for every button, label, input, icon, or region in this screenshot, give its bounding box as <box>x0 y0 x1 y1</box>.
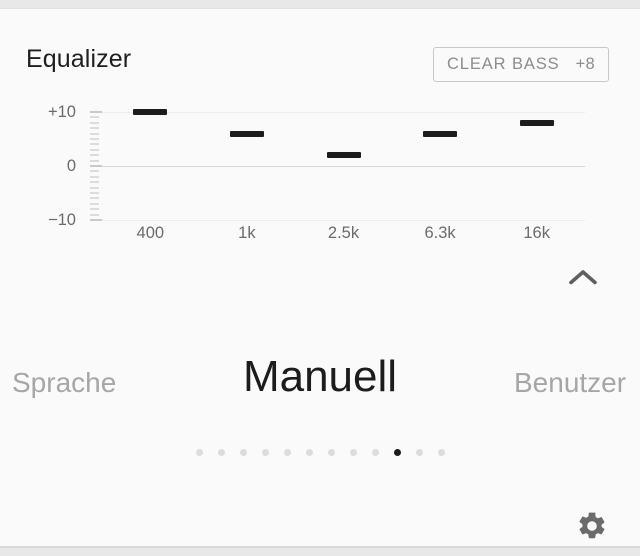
settings-button[interactable] <box>570 504 614 546</box>
equalizer-header: Equalizer CLEAR BASS +8 <box>0 9 640 91</box>
y-axis-tick-label: +10 <box>48 103 76 121</box>
equalizer-plot[interactable] <box>102 91 585 231</box>
x-axis-tick-label: 400 <box>136 224 165 242</box>
ruler-tick <box>90 181 99 184</box>
ruler-tick <box>90 138 99 140</box>
x-axis-tick-label: 2.5k <box>327 224 360 242</box>
page-title: Equalizer <box>26 45 132 73</box>
ruler-tick <box>90 159 99 162</box>
gridline <box>102 220 585 221</box>
gain-ruler <box>90 105 102 221</box>
x-axis-tick-label: 16k <box>523 224 550 242</box>
y-axis-tick-label: 0 <box>66 157 76 175</box>
collapse-button[interactable] <box>562 261 604 293</box>
equalizer-screen: Equalizer CLEAR BASS +8 +10 0 −10 400 1k 2.5… <box>0 0 640 556</box>
x-axis-tick-label: 6.3k <box>424 224 456 242</box>
pager-dot[interactable] <box>195 448 203 456</box>
gridline <box>102 112 585 113</box>
chevron-up-icon <box>568 268 598 286</box>
y-axis: +10 0 −10 <box>18 91 76 231</box>
pager-dot[interactable] <box>371 448 379 456</box>
ruler-tick <box>90 121 99 124</box>
ruler-tick <box>90 143 99 146</box>
ruler-tick <box>90 154 99 157</box>
x-axis: 400 1k 2.5k 6.3k 16k <box>102 225 585 255</box>
gridline <box>102 166 585 167</box>
ruler-tick <box>90 192 99 194</box>
equalizer-band-slider[interactable] <box>519 119 554 126</box>
gear-icon <box>576 510 608 542</box>
preset-next[interactable]: Benutzer <box>514 365 640 401</box>
preset-carousel[interactable]: Sprache Manuell Benutzer <box>0 351 640 421</box>
pager-dot[interactable] <box>415 448 423 456</box>
equalizer-chart: +10 0 −10 400 1k 2.5k 6.3k 16k <box>0 91 640 256</box>
ruler-tick <box>90 219 102 221</box>
ruler-tick <box>90 208 99 211</box>
x-axis-tick-label: 1k <box>238 224 256 242</box>
equalizer-band-slider[interactable] <box>326 152 361 159</box>
clear-bass-label: CLEAR BASS <box>446 55 560 74</box>
ruler-tick <box>90 116 99 119</box>
ruler-tick <box>90 132 99 135</box>
ruler-tick <box>90 186 99 189</box>
ruler-tick <box>90 175 99 178</box>
pager-dot[interactable] <box>327 448 335 456</box>
pager-dot[interactable] <box>261 448 269 456</box>
ruler-tick <box>90 202 99 205</box>
equalizer-band-slider[interactable] <box>229 130 264 137</box>
pager-dot[interactable] <box>305 448 313 456</box>
clear-bass-value: +8 <box>575 55 595 74</box>
pager-dot[interactable] <box>239 448 247 456</box>
preset-pager[interactable] <box>0 443 640 461</box>
equalizer-band-slider[interactable] <box>133 109 168 115</box>
ruler-tick <box>90 170 99 173</box>
pager-dot[interactable] <box>217 448 225 456</box>
ruler-tick <box>90 127 99 130</box>
equalizer-band-slider[interactable] <box>423 130 458 137</box>
pager-dot[interactable] <box>349 448 357 456</box>
ruler-tick <box>90 148 99 151</box>
ruler-tick <box>90 111 102 113</box>
pager-dot[interactable] <box>437 448 445 456</box>
ruler-tick <box>90 197 99 200</box>
ruler-tick <box>90 213 99 216</box>
pager-dot[interactable] <box>393 448 401 456</box>
y-axis-tick-label: −10 <box>48 211 76 229</box>
clear-bass-button[interactable]: CLEAR BASS +8 <box>432 47 609 82</box>
pager-dot[interactable] <box>283 448 291 456</box>
equalizer-card: Equalizer CLEAR BASS +8 +10 0 −10 400 1k 2.5… <box>0 8 640 548</box>
ruler-tick <box>90 165 102 167</box>
